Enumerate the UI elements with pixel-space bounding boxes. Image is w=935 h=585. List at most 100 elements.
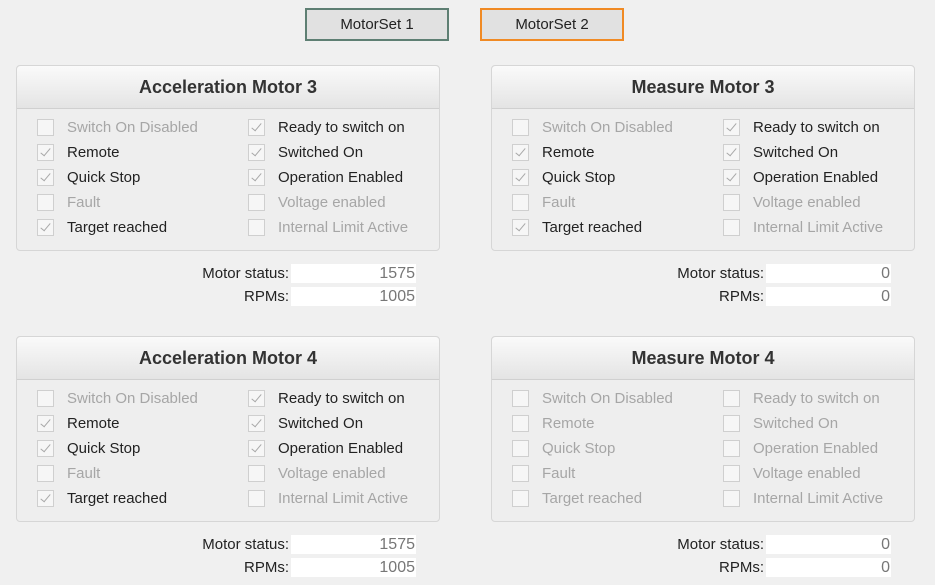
flag-operation-enabled: Operation Enabled <box>723 167 878 187</box>
flag-checkbox <box>512 439 529 457</box>
flag-label: Ready to switch on <box>753 118 880 136</box>
flag-label: Fault <box>67 464 101 482</box>
flag-checkbox <box>723 218 740 236</box>
flag-checkbox <box>512 168 529 186</box>
flag-checkbox <box>248 193 265 211</box>
flag-label: Remote <box>542 143 595 161</box>
flag-checkbox <box>248 414 265 432</box>
flag-label: Ready to switch on <box>753 389 880 407</box>
flag-label: Operation Enabled <box>278 168 404 186</box>
rpms-value: 0 <box>766 286 891 306</box>
flag-label: Internal Limit Active <box>278 218 409 236</box>
flag-operation-enabled: Operation Enabled <box>248 438 403 458</box>
motor-status-label: Motor status: <box>677 535 764 553</box>
flag-checkbox <box>723 489 740 507</box>
flag-checkbox <box>37 118 54 136</box>
panel-title: Measure Motor 4 <box>492 337 914 380</box>
rpms-label: RPMs: <box>719 558 764 576</box>
flag-checkbox <box>37 218 54 236</box>
rpms-label: RPMs: <box>719 287 764 305</box>
rpms-value: 0 <box>766 557 891 577</box>
flag-checkbox <box>723 464 740 482</box>
flag-switched-on: Switched On <box>723 142 838 162</box>
rpms-value: 1005 <box>291 557 416 577</box>
flag-label: Target reached <box>542 218 643 236</box>
flag-label: Internal Limit Active <box>278 489 409 507</box>
flag-checkbox <box>723 193 740 211</box>
flag-internal-limit-active: Internal Limit Active <box>723 488 883 508</box>
flag-label: Remote <box>67 414 120 432</box>
flag-voltage-enabled: Voltage enabled <box>723 463 861 483</box>
flag-checkbox <box>723 389 740 407</box>
rpms-label: RPMs: <box>244 558 289 576</box>
rpms-row: RPMs: 1005 <box>149 557 416 577</box>
flag-label: Switched On <box>278 143 364 161</box>
flag-operation-enabled: Operation Enabled <box>723 438 878 458</box>
flag-quick-stop: Quick Stop <box>512 438 615 458</box>
measure-motor-3-panel: Measure Motor 3 Switch On Disabled Ready t… <box>491 65 915 251</box>
flag-label: Quick Stop <box>542 439 616 457</box>
flag-checkbox <box>248 118 265 136</box>
flag-label: Remote <box>67 143 120 161</box>
flag-label: Switched On <box>753 143 839 161</box>
flag-internal-limit-active: Internal Limit Active <box>248 217 408 237</box>
flag-ready-to-switch-on: Ready to switch on <box>248 117 405 137</box>
flag-label: Voltage enabled <box>278 464 386 482</box>
tab-motorset-1[interactable]: MotorSet 1 <box>305 8 449 41</box>
flag-remote: Remote <box>512 413 595 433</box>
flag-label: Fault <box>542 193 576 211</box>
motor-status-value: 0 <box>766 263 891 283</box>
motor-status-value: 0 <box>766 534 891 554</box>
flag-checkbox <box>512 489 529 507</box>
flag-label: Operation Enabled <box>753 439 879 457</box>
acceleration-motor-3-panel: Acceleration Motor 3 Switch On Disabled Re… <box>16 65 440 251</box>
flag-label: Switched On <box>753 414 839 432</box>
flag-checkbox <box>37 193 54 211</box>
flag-checkbox <box>512 118 529 136</box>
flag-checkbox <box>512 414 529 432</box>
rpms-row: RPMs: 0 <box>624 557 891 577</box>
flag-label: Remote <box>542 414 595 432</box>
flag-checkbox <box>248 143 265 161</box>
flag-label: Voltage enabled <box>753 464 861 482</box>
flag-switch-on-disabled: Switch On Disabled <box>512 388 673 408</box>
flag-switched-on: Switched On <box>248 142 363 162</box>
tab-motorset-2[interactable]: MotorSet 2 <box>480 8 624 41</box>
flag-switch-on-disabled: Switch On Disabled <box>512 117 673 137</box>
flag-checkbox <box>512 218 529 236</box>
flag-checkbox <box>37 489 54 507</box>
flag-operation-enabled: Operation Enabled <box>248 167 403 187</box>
flag-target-reached: Target reached <box>37 217 167 237</box>
motor-status-label: Motor status: <box>202 535 289 553</box>
flag-checkbox <box>248 218 265 236</box>
flag-switch-on-disabled: Switch On Disabled <box>37 388 198 408</box>
flag-label: Target reached <box>67 489 168 507</box>
rpms-row: RPMs: 0 <box>624 286 891 306</box>
flag-label: Operation Enabled <box>278 439 404 457</box>
flag-target-reached: Target reached <box>512 488 642 508</box>
flag-remote: Remote <box>512 142 595 162</box>
flag-checkbox <box>248 464 265 482</box>
flag-label: Operation Enabled <box>753 168 879 186</box>
rpms-label: RPMs: <box>244 287 289 305</box>
flag-label: Internal Limit Active <box>753 489 884 507</box>
flag-switched-on: Switched On <box>248 413 363 433</box>
motor-status-row: Motor status: 1575 <box>149 263 416 283</box>
motor-status-row: Motor status: 0 <box>624 534 891 554</box>
flag-checkbox <box>248 389 265 407</box>
panel-title: Measure Motor 3 <box>492 66 914 109</box>
flag-quick-stop: Quick Stop <box>37 438 140 458</box>
flag-ready-to-switch-on: Ready to switch on <box>248 388 405 408</box>
rpms-value: 1005 <box>291 286 416 306</box>
flag-label: Quick Stop <box>67 439 141 457</box>
flag-checkbox <box>512 389 529 407</box>
flag-checkbox <box>248 168 265 186</box>
rpms-row: RPMs: 1005 <box>149 286 416 306</box>
flag-label: Switch On Disabled <box>67 389 198 407</box>
flag-switched-on: Switched On <box>723 413 838 433</box>
flag-checkbox <box>723 143 740 161</box>
motor-status-value: 1575 <box>291 263 416 283</box>
flag-voltage-enabled: Voltage enabled <box>248 192 386 212</box>
flag-internal-limit-active: Internal Limit Active <box>248 488 408 508</box>
measure-motor-4-panel: Measure Motor 4 Switch On Disabled Ready t… <box>491 336 915 522</box>
